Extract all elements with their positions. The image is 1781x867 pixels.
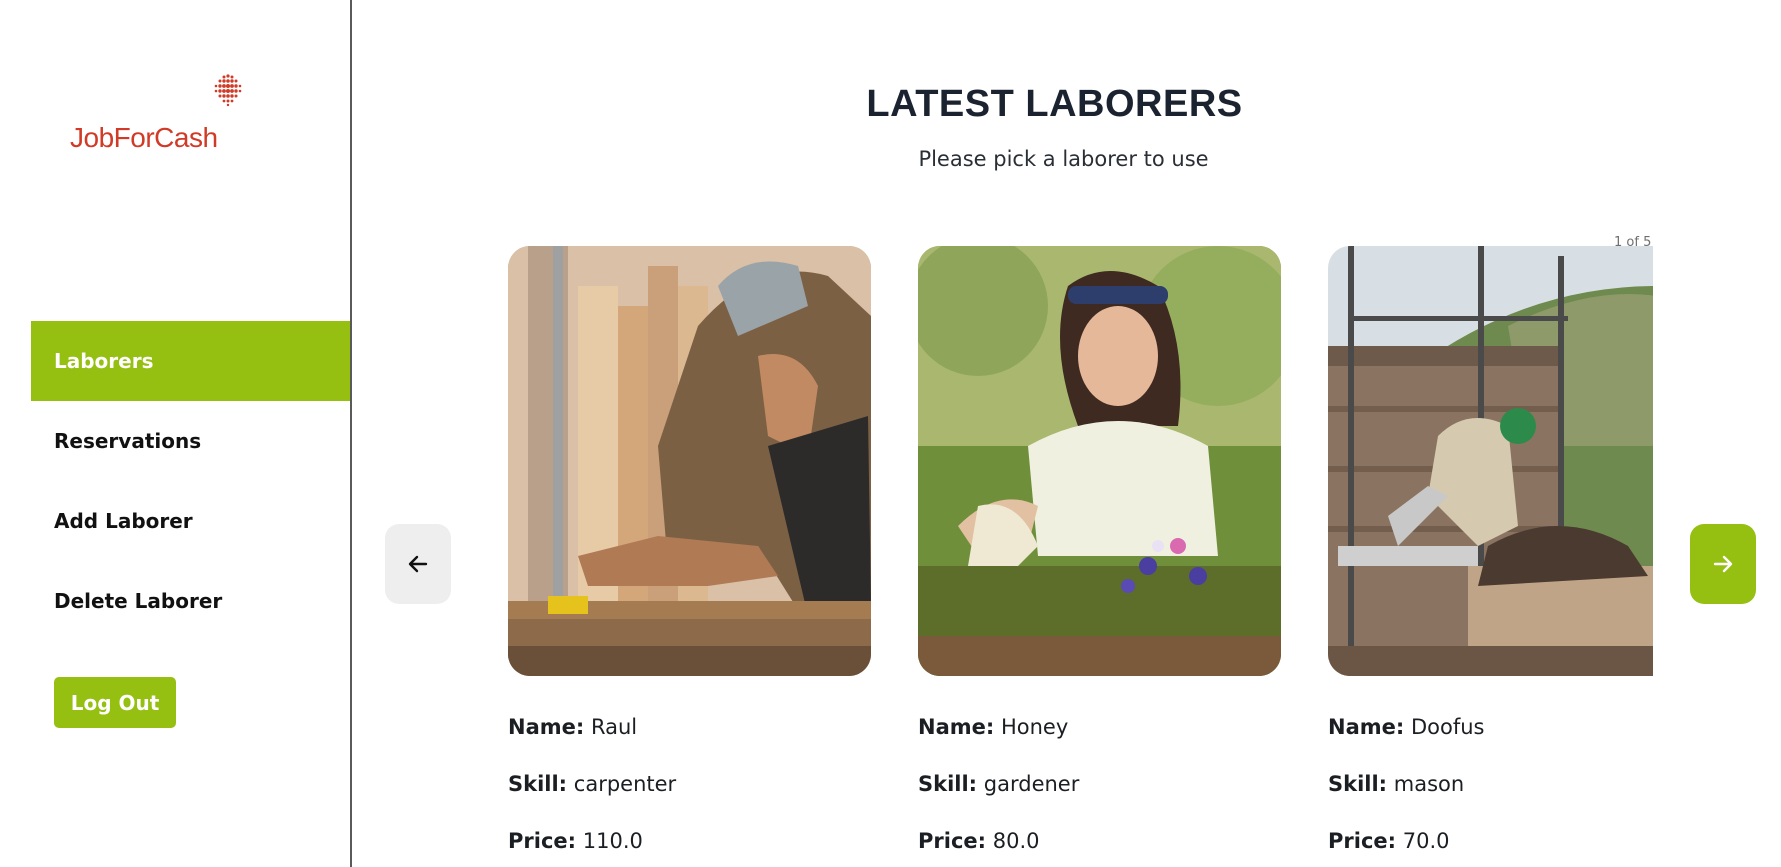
page-title: LATEST LABORERS — [866, 83, 1243, 125]
arrow-right-icon — [1713, 555, 1733, 573]
sidebar-item-label: Delete Laborer — [54, 589, 223, 613]
laborer-photo[interactable] — [918, 246, 1281, 676]
laborer-photo[interactable] — [508, 246, 871, 676]
sidebar-item-label: Add Laborer — [54, 509, 193, 533]
sidebar-item-laborers[interactable]: Laborers — [31, 321, 350, 401]
sidebar-item-reservations[interactable]: Reservations — [31, 401, 350, 481]
laborer-price: Price: 110.0 — [508, 829, 643, 853]
sidebar: JobForCash Laborers Reservations Add Lab… — [0, 0, 352, 867]
laborer-price: Price: 80.0 — [918, 829, 1040, 853]
laborer-name: Name: Doofus — [1328, 715, 1485, 739]
gardener-photo-icon — [918, 246, 1281, 676]
logo-dots-icon — [214, 74, 242, 107]
laborer-price: Price: 70.0 — [1328, 829, 1450, 853]
arrow-left-icon — [408, 555, 428, 573]
logout-button[interactable]: Log Out — [54, 677, 176, 728]
laborer-card[interactable]: Name: Raul Skill: carpenter Price: 110.0 — [508, 246, 873, 867]
laborer-carousel: Name: Raul Skill: carpenter Price: 110.0 — [508, 246, 1653, 867]
laborer-name: Name: Raul — [508, 715, 638, 739]
laborer-name: Name: Honey — [918, 715, 1069, 739]
laborer-skill: Skill: gardener — [918, 772, 1080, 796]
brand-name: JobForCash — [70, 122, 218, 153]
carousel-prev-button[interactable] — [385, 524, 451, 604]
laborer-card[interactable]: Name: Doofus Skill: mason Price: 70.0 — [1328, 246, 1653, 867]
sidebar-nav: Laborers Reservations Add Laborer Delete… — [31, 321, 350, 641]
brand-logo[interactable]: JobForCash — [70, 72, 270, 162]
sidebar-item-label: Laborers — [54, 349, 154, 373]
carpenter-photo-icon — [508, 246, 871, 676]
laborer-card[interactable]: Name: Honey Skill: gardener Price: 80.0 — [918, 246, 1283, 867]
mason-photo-icon — [1328, 246, 1653, 676]
laborer-photo[interactable] — [1328, 246, 1653, 676]
app: JobForCash Laborers Reservations Add Lab… — [0, 0, 1781, 867]
laborer-skill: Skill: mason — [1328, 772, 1465, 796]
sidebar-item-add-laborer[interactable]: Add Laborer — [31, 481, 350, 561]
laborer-skill: Skill: carpenter — [508, 772, 677, 796]
sidebar-item-delete-laborer[interactable]: Delete Laborer — [31, 561, 350, 641]
sidebar-item-label: Reservations — [54, 429, 202, 453]
carousel-next-button[interactable] — [1690, 524, 1756, 604]
page-subtitle: Please pick a laborer to use — [918, 147, 1209, 171]
